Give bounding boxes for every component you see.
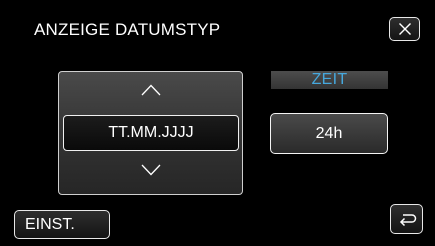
scroll-up-button[interactable] <box>59 84 242 96</box>
close-icon <box>398 22 412 36</box>
date-format-selected-value[interactable]: TT.MM.JJJJ <box>63 115 239 151</box>
close-button[interactable] <box>389 17 420 41</box>
chevron-up-icon <box>141 84 161 96</box>
chevron-down-icon <box>141 164 161 176</box>
back-button[interactable] <box>390 204 423 234</box>
return-icon <box>397 211 417 227</box>
settings-button[interactable]: EINST. <box>14 210 110 239</box>
time-label: ZEIT <box>271 71 388 89</box>
scroll-down-button[interactable] <box>59 164 242 176</box>
time-format-button[interactable]: 24h <box>270 113 388 154</box>
page-title: ANZEIGE DATUMSTYP <box>34 20 221 39</box>
